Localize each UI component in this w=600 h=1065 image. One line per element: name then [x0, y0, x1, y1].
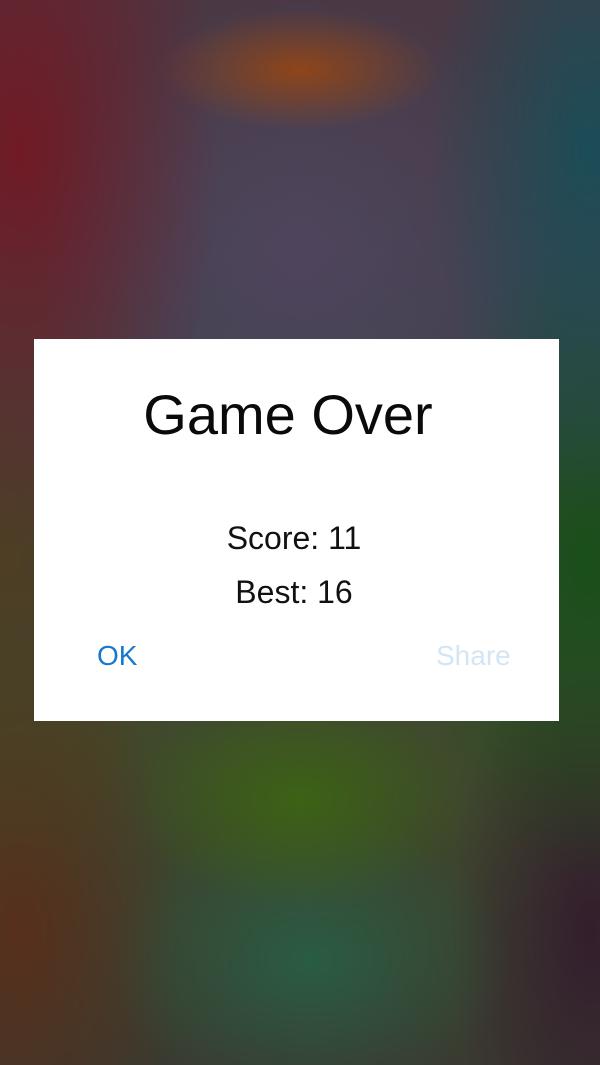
ok-button[interactable]: OK [97, 638, 137, 674]
score-label: Score: 11 [226, 520, 362, 556]
dialog-title: Game Over [143, 383, 433, 446]
best-score-label: Best: 16 [235, 574, 353, 610]
share-button[interactable]: Share [436, 638, 511, 674]
